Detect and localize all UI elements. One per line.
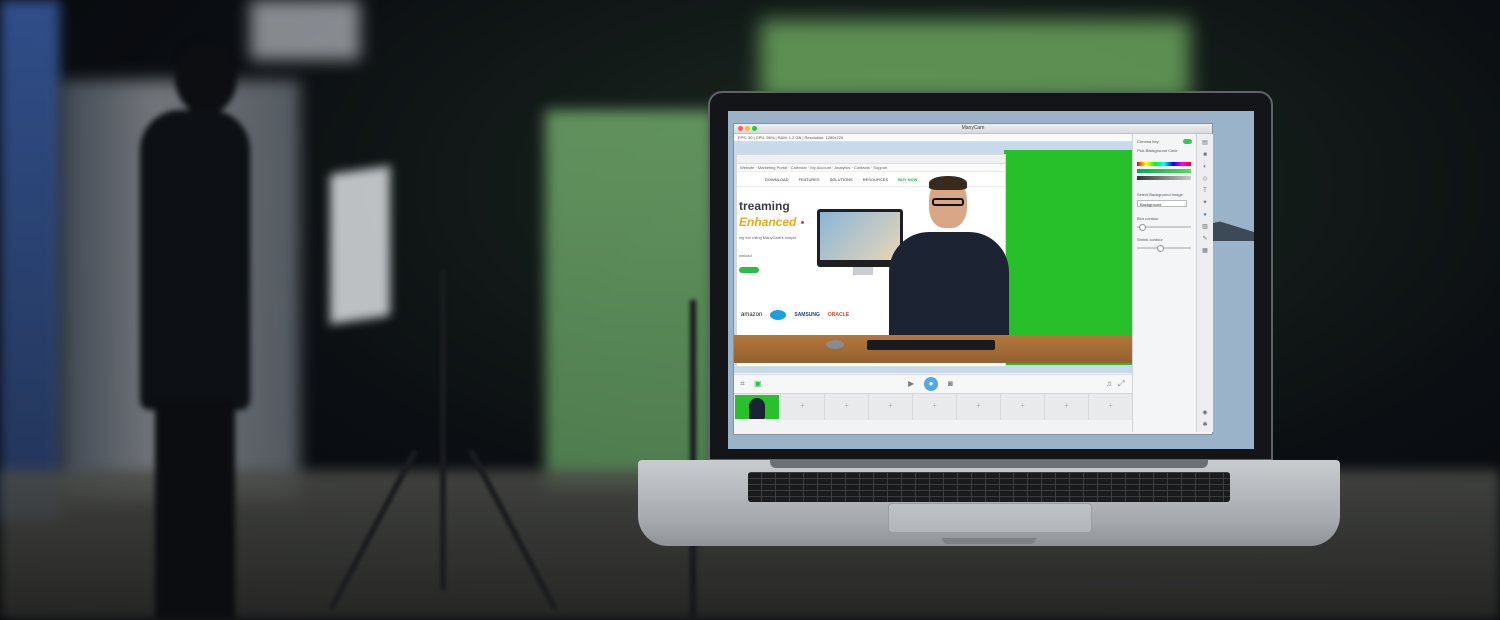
add-source-slot[interactable]: + (824, 394, 868, 420)
add-source-slot[interactable]: + (1000, 394, 1044, 420)
pick-color-label: Pick Background Color (1137, 148, 1178, 153)
audio-icon[interactable]: ♫ (1106, 379, 1112, 389)
text-icon[interactable]: T (1201, 188, 1209, 194)
slider-knob[interactable] (1139, 224, 1146, 231)
softbox-light (330, 165, 390, 325)
green-screen-top (760, 20, 1190, 100)
nav-download: DOWNLOAD (765, 176, 789, 182)
video-preview[interactable]: Website · Marketing Portal · Calendar · … (734, 142, 1132, 373)
silhouette-body (140, 110, 250, 410)
slider-knob[interactable] (1157, 245, 1164, 252)
samsung-logo: SAMSUNG (794, 312, 820, 318)
person-silhouette (120, 40, 270, 620)
camera-capture-button[interactable]: ● (924, 377, 938, 391)
oracle-logo: ORACLE (827, 312, 850, 318)
source-filmstrip: + + + + + + + + (734, 393, 1132, 420)
silhouette-legs (155, 400, 235, 620)
presenter-hair (929, 176, 967, 190)
add-source-slot[interactable]: + (780, 394, 824, 420)
presenter-body (889, 232, 1009, 342)
laptop-trackpad (888, 503, 1092, 533)
layers-icon[interactable]: ◇ (1201, 176, 1209, 182)
camera-icon[interactable]: ◙ (948, 379, 953, 389)
nav-features: FEATURES (798, 176, 820, 182)
hero-headline-accent: Enhanced (739, 215, 797, 229)
window-titlebar: ManyCam (734, 124, 1212, 134)
green-screen-icon[interactable]: ▣ (754, 379, 762, 389)
gray-shade-strip[interactable] (1137, 176, 1191, 180)
light-stand (440, 270, 446, 590)
preview-toolbar: ⌗ ▣ ▶ ● ◙ ♫ ⤢ (734, 374, 1132, 393)
add-source-slot[interactable]: + (1088, 394, 1132, 420)
laptop-hinge (770, 460, 1208, 468)
presenter-glasses (932, 198, 964, 206)
thumbnail-presenter (749, 398, 765, 419)
image-icon[interactable]: ▧ (1201, 224, 1209, 230)
laptop-notch (942, 538, 1036, 544)
hero-small-text: wnload (739, 253, 752, 258)
video-sources-icon[interactable]: ■ (1201, 152, 1209, 158)
desk-mouse (826, 340, 844, 349)
nav-solutions: SOLUTIONS (829, 176, 853, 182)
presets-icon[interactable]: ▤ (1201, 140, 1209, 146)
hero-headline: treaming (739, 199, 790, 213)
brand-logos: amazon SAMSUNG ORACLE (741, 310, 849, 320)
chroma-key-icon[interactable]: ● (1201, 212, 1209, 218)
add-source-slot[interactable]: + (1044, 394, 1088, 420)
silhouette-head (175, 40, 237, 115)
source-thumbnail-active[interactable] (735, 395, 779, 419)
blur-contour-label: Blur contour (1137, 216, 1159, 221)
layers-icon[interactable]: ⌗ (740, 379, 745, 389)
select-background-label: Select Background Image (1137, 192, 1183, 197)
grid-icon[interactable]: ▦ (1201, 248, 1209, 254)
draw-icon[interactable]: ✎ (1201, 236, 1209, 242)
effects-icon[interactable]: ✦ (1201, 200, 1209, 206)
window-title: ManyCam (961, 125, 985, 131)
browser-bookmarks: Website · Marketing Portal · Calendar · … (737, 164, 1005, 172)
tool-sidebar: ▤ ■ ◐ ◇ T ✦ ● ▧ ✎ ▦ ◉ ✱ (1196, 134, 1213, 432)
blue-wall (0, 0, 60, 520)
fullscreen-icon[interactable]: ⤢ (1118, 379, 1124, 389)
add-source-slot[interactable]: + (912, 394, 956, 420)
manycam-window: ManyCam FPS: 30 | CPU: 56% | RAM: 1.2 GB… (733, 123, 1213, 435)
chroma-key-panel: Chroma key Pick Background Color Select … (1132, 134, 1197, 432)
laptop-keyboard (748, 472, 1230, 502)
hero-dot (801, 221, 804, 224)
green-shade-strip[interactable] (1137, 169, 1191, 173)
chroma-key-toggle[interactable] (1183, 139, 1192, 144)
salesforce-logo (770, 310, 787, 320)
add-source-slot[interactable]: + (956, 394, 1000, 420)
settings-icon[interactable]: ✱ (1201, 422, 1209, 428)
browser-tabs (737, 155, 1005, 164)
chroma-key-label: Chroma key (1137, 139, 1159, 144)
amazon-logo: amazon (741, 312, 763, 318)
video-icon[interactable]: ▶ (908, 379, 914, 389)
hero-cta-button (739, 267, 759, 273)
add-source-slot[interactable]: + (868, 394, 912, 420)
background-select[interactable]: Background (1137, 200, 1187, 207)
hero-subtext: ing fun using ManyCam's simple (739, 235, 797, 240)
color-spectrum[interactable] (1137, 162, 1191, 166)
audio-icon[interactable]: ◐ (1201, 164, 1209, 170)
blur-contour-slider[interactable] (1137, 224, 1191, 231)
account-icon[interactable]: ◉ (1201, 410, 1209, 416)
shrink-contour-slider[interactable] (1137, 245, 1191, 252)
desk-keyboard (867, 340, 995, 350)
shrink-contour-label: Shrink contour (1137, 237, 1163, 242)
